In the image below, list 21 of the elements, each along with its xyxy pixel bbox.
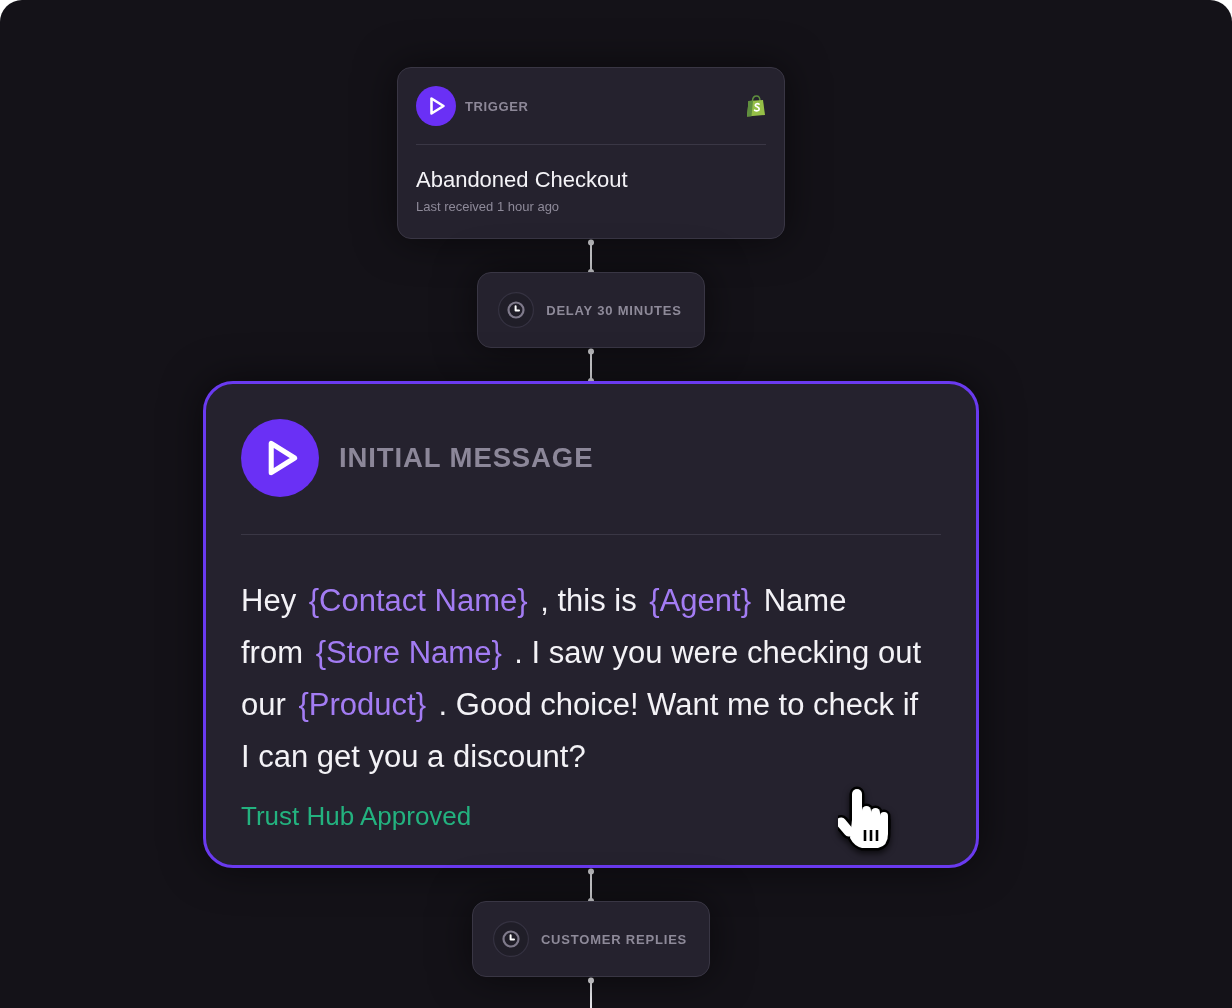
step-card[interactable]: DELAY 30 MINUTES: [477, 272, 705, 348]
approval-status: Trust Hub Approved: [241, 800, 472, 833]
step-label: CUSTOMER REPLIES: [540, 931, 688, 947]
clock-icon: [498, 292, 535, 328]
step-label: DELAY 30 MINUTES: [546, 302, 682, 318]
play-icon: [416, 86, 456, 126]
connector-line: [588, 977, 594, 1008]
connector-line: [588, 239, 594, 272]
node-title: Abandoned Checkout: [416, 167, 628, 193]
shopping-bag-icon: [746, 95, 766, 117]
message-card[interactable]: INITIAL MESSAGE Hey {Contact Name} , this is {Agent} Name from {Store Name} . I saw you were checking out our {Product} . Good choice! Want me to check if I can get you a discount? Trust Hub Approved: [203, 381, 979, 868]
node-label: INITIAL MESSAGE: [339, 442, 594, 474]
step-card[interactable]: CUSTOMER REPLIES: [471, 901, 711, 977]
node-subtitle: Last received 1 hour ago: [416, 198, 560, 216]
play-icon: [241, 419, 319, 497]
connector-line: [588, 868, 594, 901]
message-text: Hey {Contact Name} , this is {Agent} Name from {Store Name} . I saw you were checking out our {Product} . Good choice! Want me to check if I can get you a discount?: [241, 582, 921, 776]
node-label: TRIGGER: [465, 98, 529, 114]
trigger-card[interactable]: TRIGGER Abandoned Checkout Last received 1 hour ago: [397, 67, 785, 239]
clock-icon: [492, 921, 529, 957]
connector-line: [588, 348, 594, 381]
